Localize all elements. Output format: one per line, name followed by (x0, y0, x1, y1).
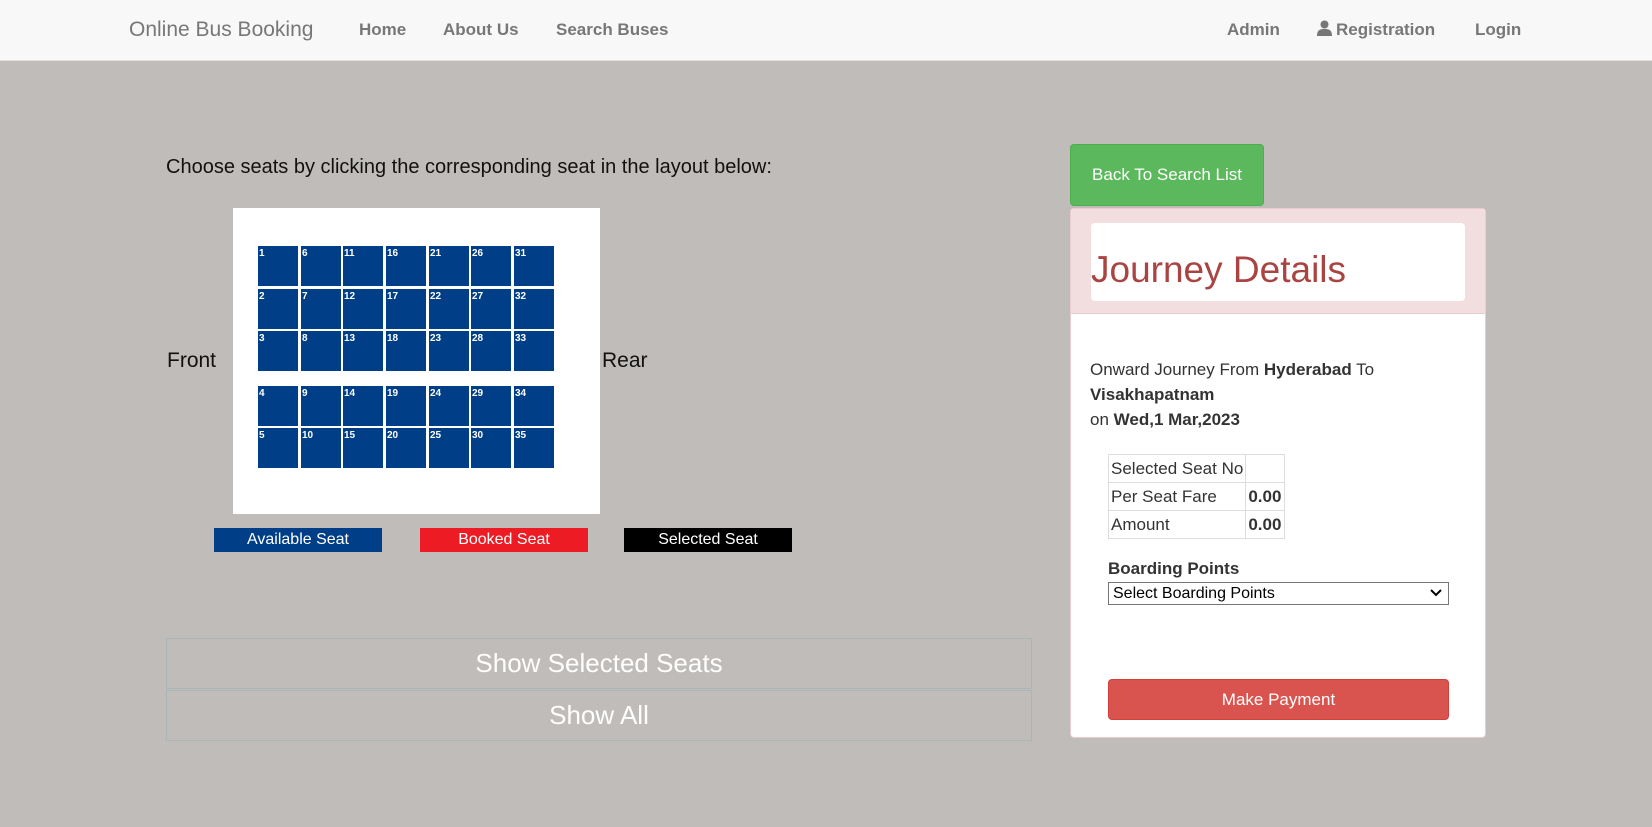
origin-city: Hyderabad (1263, 360, 1352, 379)
fare-table: Selected Seat No Per Seat Fare 0.00 Amou… (1107, 454, 1286, 539)
nav-registration-label: Registration (1336, 20, 1436, 39)
seat-27[interactable]: 27 (471, 289, 511, 329)
seat-18[interactable]: 18 (386, 331, 426, 371)
on-word: on (1090, 410, 1109, 429)
nav-search-buses[interactable]: Search Buses (556, 20, 668, 40)
show-all-button[interactable]: Show All (166, 690, 1032, 741)
table-row: Selected Seat No (1107, 454, 1286, 483)
seat-11[interactable]: 11 (343, 246, 383, 286)
seat-6[interactable]: 6 (301, 246, 341, 286)
legend-selected-seat: Selected Seat (624, 528, 792, 552)
seat-1[interactable]: 1 (258, 246, 298, 286)
seat-35[interactable]: 35 (514, 428, 554, 468)
seat-14[interactable]: 14 (343, 386, 383, 426)
seat-33[interactable]: 33 (514, 331, 554, 371)
seat-25[interactable]: 25 (429, 428, 469, 468)
seat-29[interactable]: 29 (471, 386, 511, 426)
user-icon (1317, 20, 1332, 41)
legend-available-seat: Available Seat (214, 528, 382, 552)
seat-2[interactable]: 2 (258, 289, 298, 329)
make-payment-button[interactable]: Make Payment (1108, 679, 1449, 720)
seat-34[interactable]: 34 (514, 386, 554, 426)
table-row: Per Seat Fare 0.00 (1107, 482, 1286, 511)
nav-admin[interactable]: Admin (1227, 20, 1280, 40)
boarding-points-label: Boarding Points (1108, 559, 1240, 578)
brand-link[interactable]: Online Bus Booking (129, 18, 313, 42)
boarding-points-selected: Select Boarding Points (1113, 585, 1275, 602)
journey-details-panel: Journey Details Onward Journey From Hyde… (1070, 208, 1486, 738)
journey-title: Journey Details (1091, 249, 1347, 290)
back-to-search-list-button[interactable]: Back To Search List (1070, 144, 1264, 206)
seat-28[interactable]: 28 (471, 331, 511, 371)
to-word: To (1356, 360, 1375, 379)
seat-17[interactable]: 17 (386, 289, 426, 329)
seat-23[interactable]: 23 (429, 331, 469, 371)
nav-registration[interactable]: Registration (1317, 20, 1435, 41)
navbar: Online Bus Booking Home About Us Search … (0, 0, 1652, 61)
seat-19[interactable]: 19 (386, 386, 426, 426)
seat-31[interactable]: 31 (514, 246, 554, 286)
amount-label: Amount (1107, 510, 1247, 539)
seat-13[interactable]: 13 (343, 331, 383, 371)
per-seat-fare-value: 0.00 (1245, 482, 1286, 511)
front-label: Front (167, 349, 217, 372)
selected-seat-label: Selected Seat No (1107, 454, 1247, 483)
amount-value: 0.00 (1245, 510, 1286, 539)
nav-home[interactable]: Home (359, 20, 406, 40)
table-row: Amount 0.00 (1107, 510, 1286, 539)
seat-32[interactable]: 32 (514, 289, 554, 329)
seat-3[interactable]: 3 (258, 331, 298, 371)
seat-7[interactable]: 7 (301, 289, 341, 329)
bus-seat-layout: 1 2 3 4 5 6 7 8 9 10 11 12 13 14 15 16 17 18 19 20 21 22 23 24 2… (233, 208, 600, 514)
destination-city: Visakhapatnam (1090, 385, 1215, 404)
rear-label: Rear (602, 349, 648, 372)
seat-12[interactable]: 12 (343, 289, 383, 329)
seat-instructions: Choose seats by clicking the correspondi… (166, 156, 772, 178)
show-selected-seats-button[interactable]: Show Selected Seats (166, 638, 1032, 689)
seat-30[interactable]: 30 (471, 428, 511, 468)
seat-15[interactable]: 15 (343, 428, 383, 468)
onward-prefix: Onward Journey From (1090, 360, 1260, 379)
seat-4[interactable]: 4 (258, 386, 298, 426)
selected-seat-value (1245, 454, 1286, 483)
seat-9[interactable]: 9 (301, 386, 341, 426)
seat-24[interactable]: 24 (429, 386, 469, 426)
per-seat-fare-label: Per Seat Fare (1107, 482, 1247, 511)
seat-10[interactable]: 10 (301, 428, 341, 468)
legend-booked-seat: Booked Seat (420, 528, 588, 552)
seat-26[interactable]: 26 (471, 246, 511, 286)
seat-20[interactable]: 20 (386, 428, 426, 468)
seat-22[interactable]: 22 (429, 289, 469, 329)
seat-5[interactable]: 5 (258, 428, 298, 468)
journey-details-heading: Journey Details (1071, 209, 1485, 314)
nav-login[interactable]: Login (1475, 20, 1521, 40)
seat-8[interactable]: 8 (301, 331, 341, 371)
seat-21[interactable]: 21 (429, 246, 469, 286)
chevron-down-icon (1430, 585, 1442, 606)
journey-date: Wed,1 Mar,2023 (1113, 410, 1240, 429)
seat-16[interactable]: 16 (386, 246, 426, 286)
journey-title-box: Journey Details (1091, 223, 1465, 301)
journey-summary: Onward Journey From Hyderabad To Visakha… (1090, 357, 1460, 432)
boarding-points-select[interactable]: Select Boarding Points (1108, 582, 1449, 605)
nav-about-us[interactable]: About Us (443, 20, 519, 40)
